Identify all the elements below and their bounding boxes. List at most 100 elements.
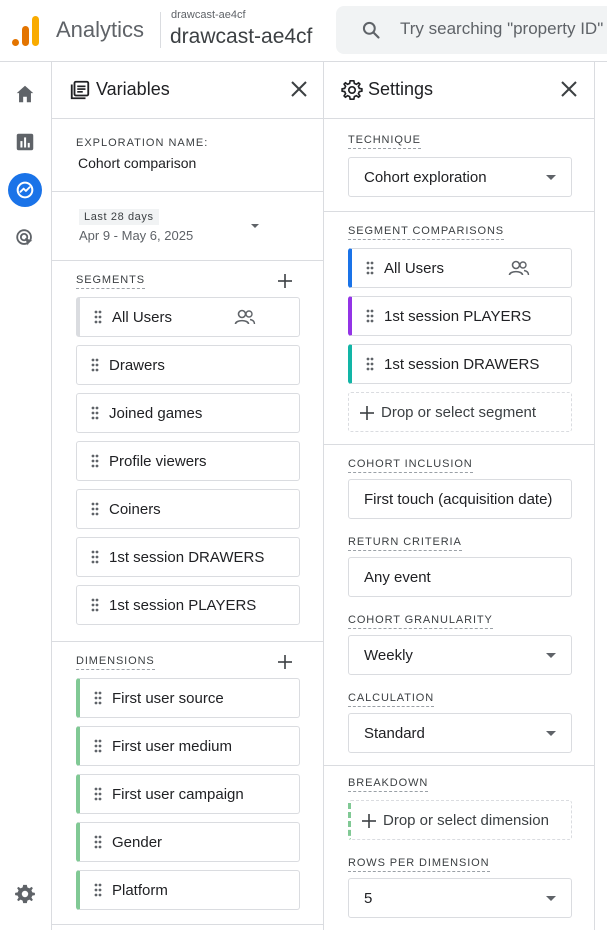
segment-chip[interactable]: Coiners — [76, 489, 300, 529]
nav-advertising[interactable] — [8, 221, 42, 255]
divider — [324, 444, 594, 445]
dimension-chip[interactable]: Platform — [76, 870, 300, 910]
rows-per-dimension-select[interactable]: 5 — [348, 878, 572, 918]
dimension-chip[interactable]: First user source — [76, 678, 300, 718]
explore-icon — [16, 181, 34, 199]
property-selector[interactable]: drawcast-ae4cf — [170, 25, 312, 49]
calculation-label: CALCULATION — [348, 692, 435, 707]
segment-label: 1st session PLAYERS — [109, 597, 257, 614]
segment-chip[interactable]: 1st session PLAYERS — [76, 585, 300, 625]
drag-handle-icon[interactable] — [94, 739, 102, 753]
drag-handle-icon[interactable] — [91, 550, 99, 564]
date-dropdown-caret-icon[interactable] — [251, 224, 259, 228]
drag-handle-icon[interactable] — [366, 357, 374, 371]
advertising-icon — [16, 229, 33, 246]
dimension-chip[interactable]: First user medium — [76, 726, 300, 766]
cohort-inclusion-select[interactable]: First touch (acquisition date) — [348, 479, 572, 519]
drag-handle-icon[interactable] — [91, 502, 99, 516]
cohort-granularity-value: Weekly — [364, 647, 413, 664]
nav-explore[interactable] — [8, 173, 42, 207]
dimension-chip[interactable]: First user campaign — [76, 774, 300, 814]
header-divider — [160, 12, 161, 48]
dropdown-caret-icon — [546, 896, 556, 901]
people-icon — [508, 260, 530, 276]
close-icon[interactable] — [290, 80, 308, 98]
dimension-chip[interactable]: Gender — [76, 822, 300, 862]
account-small-label[interactable]: drawcast-ae4cf — [171, 9, 246, 21]
nav-home[interactable] — [8, 77, 42, 111]
drop-segment-label: Drop or select segment — [381, 404, 537, 421]
divider — [52, 924, 323, 925]
segment-label: All Users — [112, 309, 173, 326]
rows-per-dimension-value: 5 — [364, 890, 373, 907]
date-range-text[interactable]: Apr 9 - May 6, 2025 — [79, 228, 193, 243]
breakdown-label: BREAKDOWN — [348, 777, 429, 792]
drag-handle-icon[interactable] — [94, 883, 102, 897]
dimensions-label: DIMENSIONS — [76, 655, 155, 670]
segment-comparison-label: 1st session PLAYERS — [384, 308, 532, 325]
segment-chip[interactable]: All Users — [76, 297, 300, 337]
drag-handle-icon[interactable] — [94, 310, 102, 324]
technique-select[interactable]: Cohort exploration — [348, 157, 572, 197]
dimension-label: First user medium — [112, 738, 233, 755]
calculation-select[interactable]: Standard — [348, 713, 572, 753]
home-icon — [16, 85, 34, 103]
nav-admin[interactable] — [8, 877, 42, 911]
add-segment-plus-icon[interactable] — [277, 273, 293, 289]
close-icon[interactable] — [560, 80, 578, 98]
segment-chip[interactable]: 1st session DRAWERS — [76, 537, 300, 577]
variables-icon — [70, 80, 90, 100]
segments-label: SEGMENTS — [76, 274, 145, 289]
return-criteria-select[interactable]: Any event — [348, 557, 572, 597]
segment-comparison-chip[interactable]: 1st session DRAWERS — [348, 344, 572, 384]
drop-dimension-target[interactable]: Drop or select dimension — [348, 800, 572, 840]
cohort-inclusion-value: First touch (acquisition date) — [364, 491, 553, 508]
add-dimension-plus-icon[interactable] — [277, 654, 293, 670]
settings-title: Settings — [368, 79, 434, 99]
cohort-granularity-select[interactable]: Weekly — [348, 635, 572, 675]
dimension-label: Gender — [112, 834, 163, 851]
divider — [324, 765, 594, 766]
dropdown-caret-icon — [546, 731, 556, 736]
segment-label: 1st session DRAWERS — [109, 549, 265, 566]
dropdown-caret-icon — [546, 175, 556, 180]
segment-chip[interactable]: Joined games — [76, 393, 300, 433]
search-bar[interactable]: Try searching "property ID" — [336, 6, 607, 54]
dimension-label: First user source — [112, 690, 224, 707]
return-criteria-value: Any event — [364, 569, 431, 586]
drag-handle-icon[interactable] — [366, 261, 374, 275]
date-preset-badge[interactable]: Last 28 days — [79, 209, 159, 225]
segment-comparison-label: 1st session DRAWERS — [384, 356, 540, 373]
analytics-logo-icon[interactable] — [12, 16, 40, 46]
search-icon — [362, 21, 380, 39]
segment-comparison-chip[interactable]: 1st session PLAYERS — [348, 296, 572, 336]
drag-handle-icon[interactable] — [94, 787, 102, 801]
segment-comparison-chip[interactable]: All Users — [348, 248, 572, 288]
drag-handle-icon[interactable] — [91, 454, 99, 468]
rows-per-dimension-label: ROWS PER DIMENSION — [348, 857, 490, 872]
divider — [52, 191, 323, 192]
drag-handle-icon[interactable] — [366, 309, 374, 323]
segment-chip[interactable]: Profile viewers — [76, 441, 300, 481]
exploration-name-label: EXPLORATION NAME: — [76, 137, 209, 149]
exploration-name-input[interactable]: Cohort comparison — [78, 155, 196, 171]
dimension-label: First user campaign — [112, 786, 244, 803]
variables-title: Variables — [96, 79, 170, 99]
drag-handle-icon[interactable] — [91, 598, 99, 612]
drop-segment-target[interactable]: Drop or select segment — [348, 392, 572, 432]
variables-header: Variables — [52, 62, 323, 119]
drag-handle-icon[interactable] — [94, 835, 102, 849]
nav-reports[interactable] — [8, 125, 42, 159]
drop-dimension-label: Drop or select dimension — [383, 812, 549, 829]
search-input[interactable]: Try searching "property ID" — [400, 19, 603, 39]
divider — [52, 641, 323, 642]
left-nav-rail — [0, 62, 52, 930]
settings-header: Settings — [324, 62, 594, 119]
drag-handle-icon[interactable] — [91, 406, 99, 420]
drag-handle-icon[interactable] — [91, 358, 99, 372]
drag-handle-icon[interactable] — [94, 691, 102, 705]
cohort-inclusion-label: COHORT INCLUSION — [348, 458, 473, 473]
divider — [324, 211, 594, 212]
segment-chip[interactable]: Drawers — [76, 345, 300, 385]
segment-label: Drawers — [109, 357, 165, 374]
